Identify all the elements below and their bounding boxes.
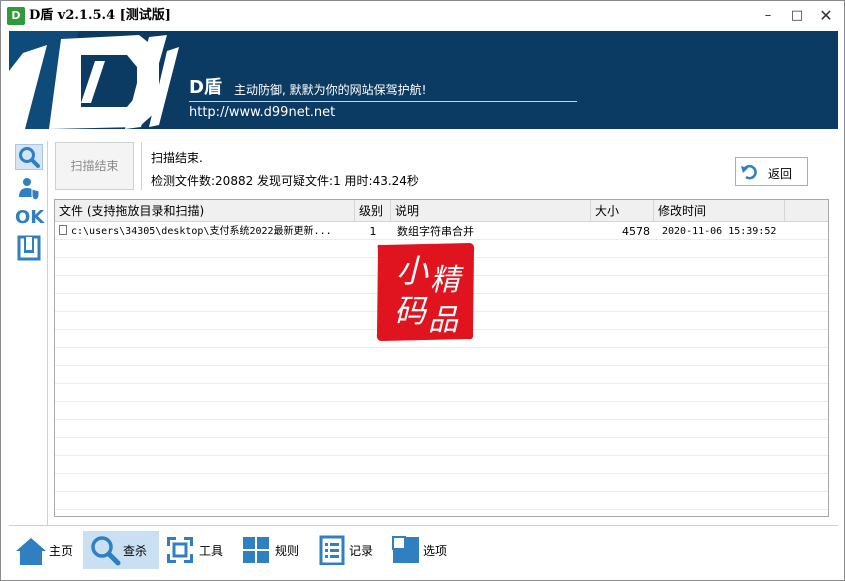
empty-row (55, 349, 828, 366)
nav-tools-label: 工具 (199, 544, 224, 558)
options-icon (392, 536, 419, 563)
box-icon (17, 235, 41, 261)
scan-divider (141, 142, 142, 190)
d-logo-icon (9, 31, 179, 129)
column-header-level[interactable]: 级别 (355, 200, 391, 222)
maximize-button[interactable]: □ (782, 1, 812, 31)
scan-summary: 检测文件数:20882 发现可疑文件:1 用时:43.24秒 (151, 174, 419, 188)
website-link[interactable]: http://www.d99net.net (189, 105, 335, 120)
sidebar-item-user-shield[interactable] (15, 175, 43, 201)
table-row[interactable]: c:\users\34305\desktop\支付系统2022最新更新... 1… (55, 223, 828, 240)
nav-options[interactable]: 选项 (389, 531, 459, 569)
column-header-mtime[interactable]: 修改时间 (654, 200, 785, 222)
row-description: 数组字符串合并 (397, 225, 474, 238)
banner-divider (189, 101, 577, 102)
title-bar[interactable]: D D盾 v2.1.5.4 [测试版] – □ ✕ (1, 1, 844, 31)
column-header-file[interactable]: 文件 (支持拖放目录和扫描) (55, 200, 355, 222)
app-window: D D盾 v2.1.5.4 [测试版] – □ ✕ D盾 主动防御, 默默为你的… (0, 0, 845, 581)
home-icon (16, 538, 46, 565)
header-banner: D盾 主动防御, 默默为你的网站保驾护航! http://www.d99net.… (9, 31, 838, 129)
nav-logs[interactable]: 记录 (315, 531, 385, 569)
slogan: 主动防御, 默默为你的网站保驾护航! (234, 83, 427, 97)
column-header-filler (785, 200, 828, 222)
minimize-button[interactable]: – (753, 1, 783, 31)
table-header: 文件 (支持拖放目录和扫描) 级别 说明 大小 修改时间 (55, 200, 828, 222)
nav-rules-label: 规则 (275, 544, 300, 558)
list-icon (319, 535, 345, 565)
empty-row (55, 457, 828, 474)
back-button-label: 返回 (768, 167, 793, 181)
empty-row (55, 439, 828, 456)
row-level: 1 (369, 225, 377, 238)
row-size: 4578 (622, 225, 650, 238)
empty-row (55, 385, 828, 402)
seal-watermark: 小 精 码 品 (376, 243, 475, 341)
column-header-description[interactable]: 说明 (391, 200, 591, 222)
back-button[interactable]: 返回 (735, 157, 808, 186)
scan-button[interactable]: 扫描结束 (55, 142, 134, 190)
row-file: c:\users\34305\desktop\支付系统2022最新更新... (71, 226, 332, 237)
grid-icon (243, 537, 269, 563)
empty-row (55, 475, 828, 492)
nav-rules[interactable]: 规则 (239, 531, 309, 569)
scan-status: 扫描结束. (151, 151, 203, 165)
brand-name: D盾 (189, 77, 222, 98)
seal-char-2: 精 (430, 263, 464, 298)
empty-row (55, 367, 828, 384)
search-icon (19, 147, 40, 168)
sidebar-divider (47, 141, 48, 526)
app-icon: D (7, 7, 25, 25)
row-file-cell: c:\users\34305\desktop\支付系统2022最新更新... (59, 223, 353, 240)
empty-row (55, 403, 828, 420)
sidebar-item-ok[interactable]: OK (15, 205, 44, 231)
row-mtime: 2020-11-06 15:39:52 (662, 226, 777, 237)
empty-row (55, 421, 828, 438)
nav-home[interactable]: 主页 (13, 531, 79, 569)
magnifier-icon (91, 536, 121, 566)
window-title: D盾 v2.1.5.4 [测试版] (29, 8, 171, 23)
empty-row (55, 493, 828, 510)
bottom-divider (9, 525, 838, 526)
sidebar-item-search[interactable] (15, 144, 43, 170)
seal-char-3: 码 (394, 292, 428, 330)
nav-home-label: 主页 (49, 544, 74, 558)
sidebar-item-box[interactable] (15, 235, 43, 261)
seal-char-1: 小 (396, 252, 429, 290)
nav-scan[interactable]: 查杀 (83, 531, 159, 569)
undo-icon (741, 164, 757, 180)
nav-scan-label: 查杀 (123, 544, 148, 558)
column-header-size[interactable]: 大小 (591, 200, 654, 222)
user-shield-icon (19, 178, 40, 201)
seal-char-4: 品 (428, 303, 459, 338)
nav-options-label: 选项 (423, 544, 448, 558)
file-icon (59, 225, 67, 235)
tools-icon (167, 537, 193, 563)
nav-logs-label: 记录 (349, 544, 374, 558)
nav-tools[interactable]: 工具 (163, 531, 233, 569)
close-button[interactable]: ✕ (811, 1, 841, 31)
